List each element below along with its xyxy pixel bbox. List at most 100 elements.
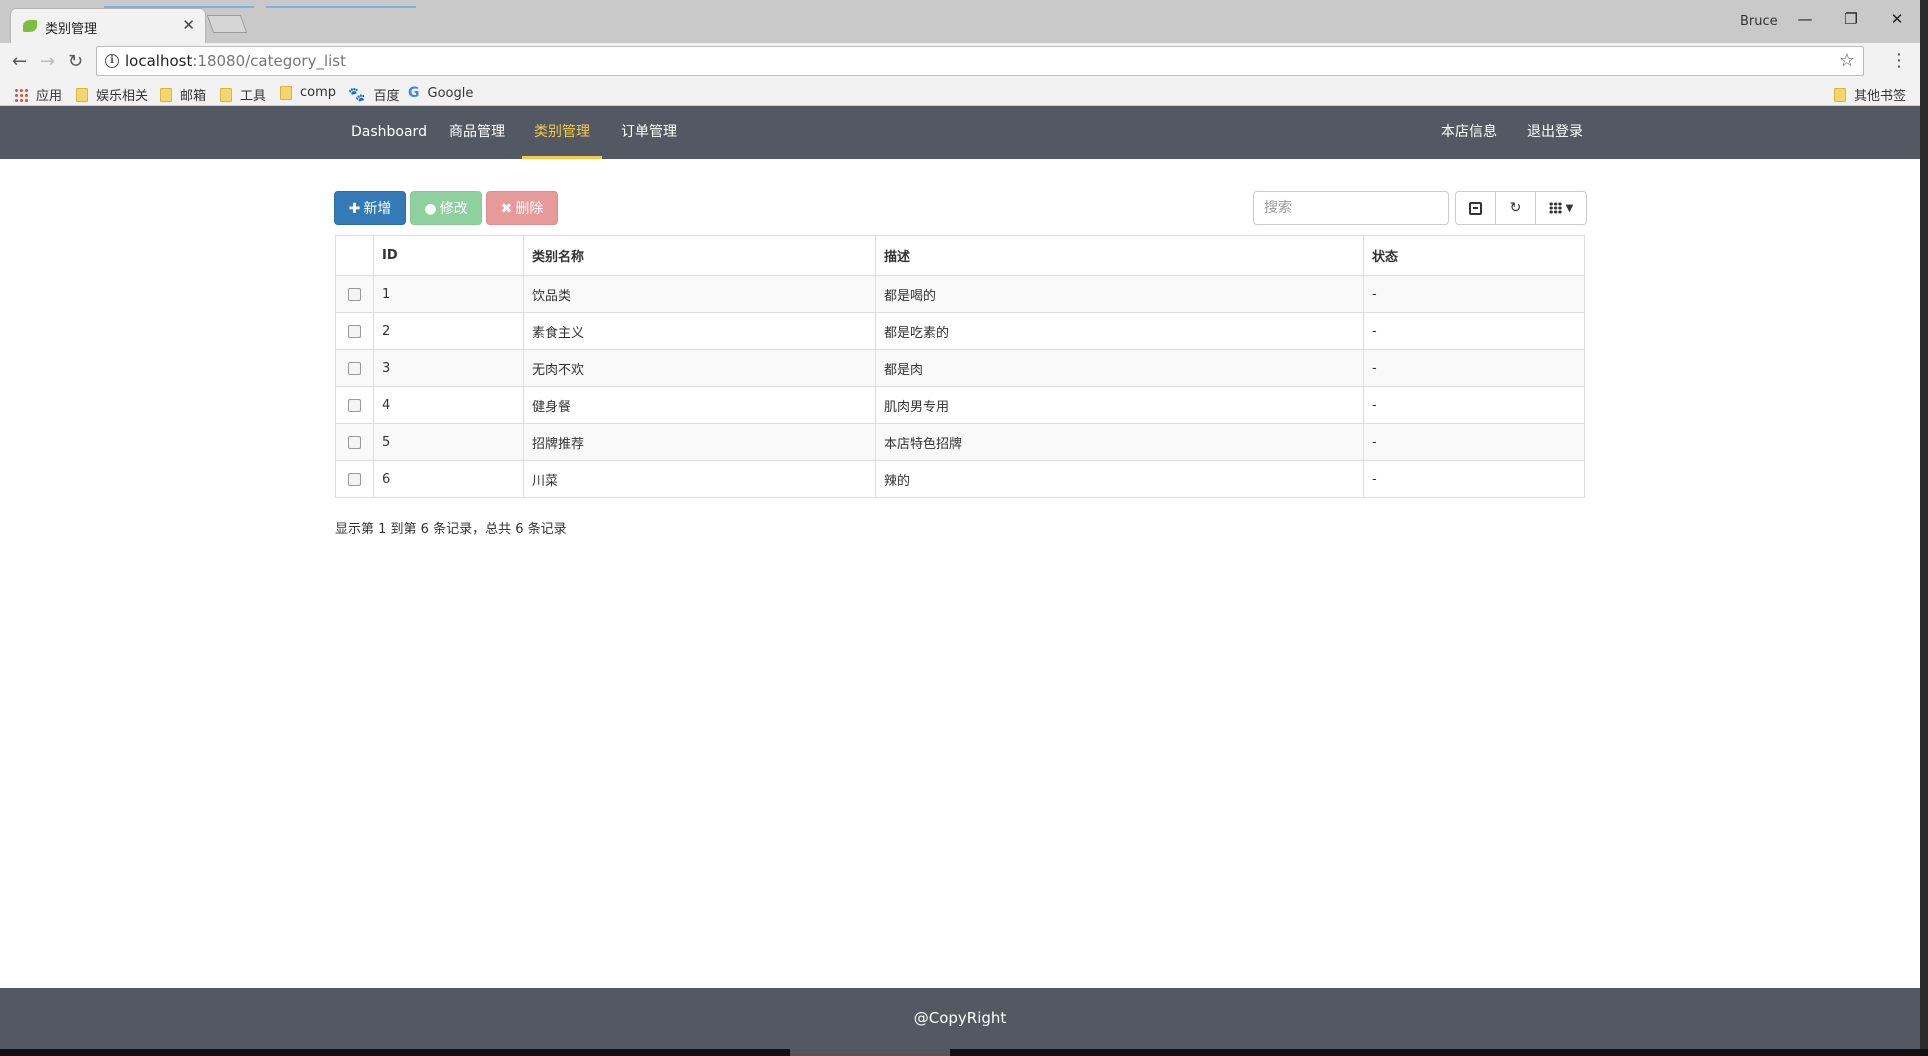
browser-tabstrip: 类别管理 ✕ Bruce — ❐ ✕ (0, 0, 1920, 43)
cell-id: 6 (373, 460, 524, 498)
row-checkbox-cell (335, 349, 374, 387)
url-text[interactable]: localhost:18080/category_list (125, 52, 346, 70)
row-checkbox-cell (335, 312, 374, 350)
caret-down-icon: ▼ (1565, 202, 1574, 214)
row-checkbox[interactable] (348, 472, 361, 486)
cell-desc: 辣的 (875, 460, 1364, 498)
row-checkbox[interactable] (348, 287, 361, 301)
cell-id: 2 (373, 312, 524, 350)
bookmark-label: Google (427, 85, 474, 101)
minimize-icon[interactable]: — (1790, 10, 1820, 28)
table-row[interactable]: 1 饮品类 都是喝的 - (335, 275, 1585, 313)
cell-status: - (1363, 423, 1585, 461)
url-path: :18080/category_list (192, 52, 346, 70)
row-checkbox[interactable] (348, 324, 361, 338)
cell-desc: 都是喝的 (875, 275, 1364, 313)
bookmark-label: 工具 (240, 89, 267, 104)
row-checkbox[interactable] (348, 435, 361, 449)
top-navbar: Dashboard 商品管理 类别管理 订单管理 本店信息 退出登录 (0, 106, 1920, 159)
add-button[interactable]: ✚ 新增 (334, 191, 406, 225)
browser-tab[interactable]: 类别管理 ✕ (10, 8, 206, 43)
folder-icon (160, 87, 172, 102)
folder-icon (1834, 87, 1846, 102)
google-icon: G (408, 85, 420, 101)
bookmark-label: 其他书签 (1854, 89, 1907, 104)
page-content: Dashboard 商品管理 类别管理 订单管理 本店信息 退出登录 ✚ 新增 ●… (0, 106, 1920, 1051)
bookmark-google[interactable]: G Google (408, 85, 473, 101)
back-arrow-icon[interactable]: ← (12, 51, 27, 72)
header-name[interactable]: 类别名称 (523, 235, 876, 276)
row-checkbox[interactable] (348, 398, 361, 412)
nav-store-info[interactable]: 本店信息 (1429, 106, 1509, 159)
bookmarks-bar: 应用 娱乐相关 邮箱 工具 comp 🐾 百度 G Google 其他书签 (0, 81, 1920, 106)
nav-dashboard[interactable]: Dashboard (339, 106, 439, 159)
apps-icon (14, 87, 28, 102)
address-bar[interactable]: i localhost:18080/category_list ☆ (96, 46, 1864, 76)
cell-id: 1 (373, 275, 524, 313)
cell-status: - (1363, 386, 1585, 424)
columns-dropdown-button[interactable]: ▼ (1536, 192, 1586, 224)
table-header-row: ID 类别名称 描述 状态 (335, 235, 1585, 276)
restore-icon[interactable]: ❐ (1836, 10, 1866, 28)
refresh-button[interactable]: ↻ (1496, 192, 1536, 224)
cell-status: - (1363, 460, 1585, 498)
header-status[interactable]: 状态 (1363, 235, 1585, 276)
select-all-header (335, 235, 374, 276)
edit-button-label: 修改 (439, 201, 468, 217)
close-tab-icon[interactable]: ✕ (182, 16, 195, 34)
footer: @CopyRight (0, 988, 1920, 1049)
bookmark-folder[interactable]: comp (280, 85, 336, 100)
bookmark-other[interactable]: 其他书签 (1834, 85, 1906, 104)
nav-orders[interactable]: 订单管理 (609, 106, 689, 159)
bookmark-apps[interactable]: 应用 (14, 85, 62, 104)
new-tab-button[interactable] (206, 15, 248, 33)
delete-button[interactable]: ✖ 删除 (486, 191, 558, 225)
table-row[interactable]: 5 招牌推荐 本店特色招牌 - (335, 423, 1585, 461)
search-input[interactable] (1253, 191, 1449, 225)
folder-icon (280, 85, 292, 100)
folder-icon (76, 87, 88, 102)
cell-name: 素食主义 (523, 312, 876, 350)
nav-products[interactable]: 商品管理 (437, 106, 517, 159)
leaf-favicon-icon (23, 20, 37, 32)
table-row[interactable]: 6 川菜 辣的 - (335, 460, 1585, 498)
columns-grid-icon (1548, 202, 1562, 214)
table-row[interactable]: 4 健身餐 肌肉男专用 - (335, 386, 1585, 424)
taskbar-segment (790, 1049, 950, 1056)
cell-name: 招牌推荐 (523, 423, 876, 461)
profile-name[interactable]: Bruce (1740, 14, 1778, 29)
close-window-icon[interactable]: ✕ (1882, 10, 1912, 28)
tab-title: 类别管理 (45, 22, 98, 37)
row-checkbox[interactable] (348, 361, 361, 375)
reload-icon[interactable]: ↻ (68, 51, 83, 72)
bookmark-label: 应用 (36, 89, 63, 104)
cell-name: 饮品类 (523, 275, 876, 313)
bookmark-star-icon[interactable]: ☆ (1839, 50, 1855, 71)
cell-status: - (1363, 275, 1585, 313)
info-icon[interactable]: i (105, 54, 119, 68)
browser-menu-icon[interactable]: ⋮ (1890, 50, 1908, 71)
bookmark-folder[interactable]: 邮箱 (160, 85, 206, 104)
forward-arrow-icon[interactable]: → (40, 51, 55, 72)
cell-name: 川菜 (523, 460, 876, 498)
nav-categories[interactable]: 类别管理 (522, 106, 602, 159)
toggle-view-button[interactable] (1456, 192, 1496, 224)
nav-logout[interactable]: 退出登录 (1515, 106, 1595, 159)
table-row[interactable]: 2 素食主义 都是吃素的 - (335, 312, 1585, 350)
cell-id: 5 (373, 423, 524, 461)
table-row[interactable]: 3 无肉不欢 都是肉 - (335, 349, 1585, 387)
bookmark-label: 邮箱 (180, 89, 207, 104)
cell-desc: 本店特色招牌 (875, 423, 1364, 461)
row-checkbox-cell (335, 423, 374, 461)
header-desc[interactable]: 描述 (875, 235, 1364, 276)
folder-icon (220, 87, 232, 102)
bookmark-folder[interactable]: 娱乐相关 (76, 85, 148, 104)
taskbar-strip (0, 1049, 1928, 1056)
table-toolbar: ↻ ▼ (1455, 191, 1587, 225)
edit-button[interactable]: ● 修改 (410, 191, 482, 225)
header-id[interactable]: ID (373, 235, 524, 276)
browser-toolbar: ← → ↻ i localhost:18080/category_list ☆ … (0, 43, 1920, 81)
x-icon: ✖ (500, 201, 513, 217)
bookmark-baidu[interactable]: 🐾 百度 (348, 85, 399, 105)
bookmark-folder[interactable]: 工具 (220, 85, 266, 104)
